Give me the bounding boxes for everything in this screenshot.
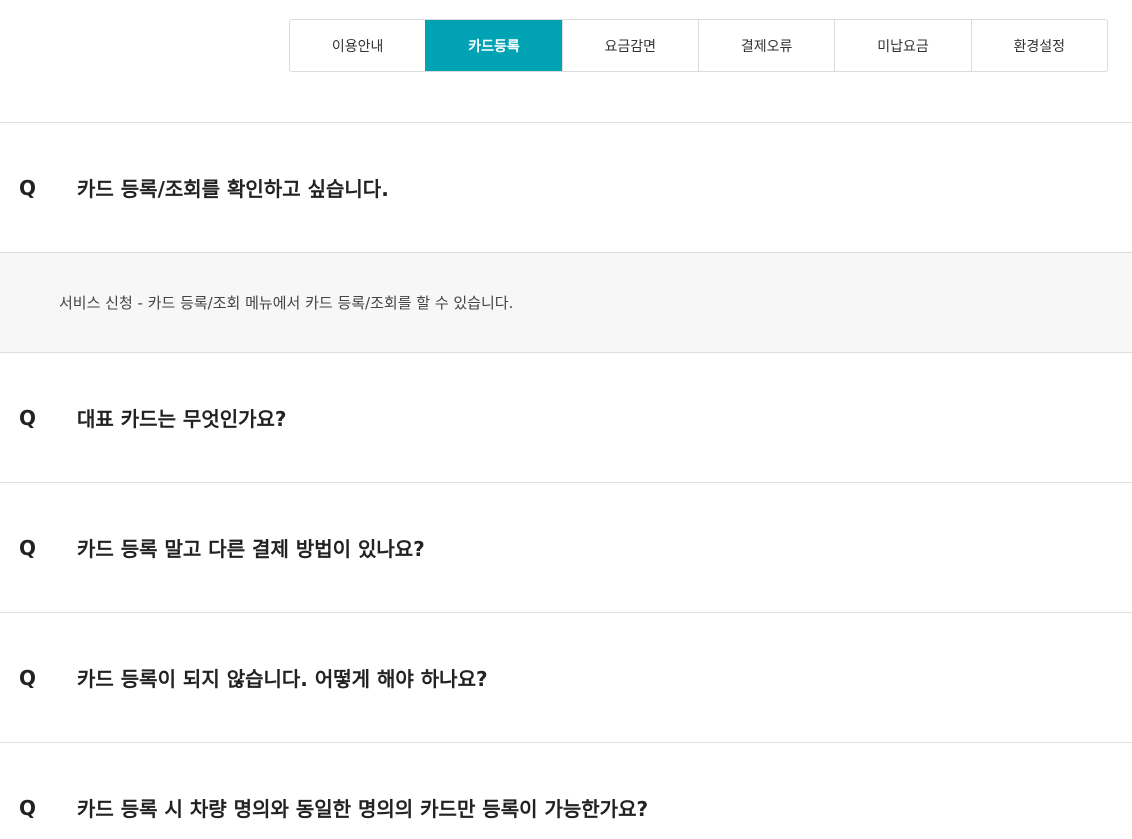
faq-item: Q 카드 등록 말고 다른 결제 방법이 있나요? xyxy=(0,483,1132,613)
faq-question: 대표 카드는 무엇인가요? xyxy=(77,407,287,431)
faq-question-row[interactable]: Q 카드 등록 시 차량 명의와 동일한 명의의 카드만 등록이 가능한가요? xyxy=(0,743,1132,839)
faq-question: 카드 등록 시 차량 명의와 동일한 명의의 카드만 등록이 가능한가요? xyxy=(77,797,649,821)
faq-question-row[interactable]: Q 카드 등록 말고 다른 결제 방법이 있나요? xyxy=(0,483,1132,612)
faq-question-row[interactable]: Q 카드 등록이 되지 않습니다. 어떻게 해야 하나요? xyxy=(0,613,1132,742)
faq-question: 카드 등록 말고 다른 결제 방법이 있나요? xyxy=(77,537,425,561)
tab-fee-reduction[interactable]: 요금감면 xyxy=(561,20,698,71)
page: 이용안내 카드등록 요금감면 결제오류 미납요금 환경설정 Q 카드 등록/조회… xyxy=(0,0,1132,839)
question-mark-label: Q xyxy=(19,665,37,690)
question-mark-label: Q xyxy=(19,535,37,560)
tab-unpaid-fees[interactable]: 미납요금 xyxy=(834,20,970,71)
faq-item: Q 대표 카드는 무엇인가요? xyxy=(0,353,1132,483)
faq-item: Q 카드 등록/조회를 확인하고 싶습니다. 서비스 신청 - 카드 등록/조회… xyxy=(0,123,1132,353)
question-mark-label: Q xyxy=(19,405,37,430)
tab-payment-error[interactable]: 결제오류 xyxy=(697,20,834,71)
question-mark-label: Q xyxy=(19,795,37,820)
faq-question: 카드 등록/조회를 확인하고 싶습니다. xyxy=(77,177,389,201)
faq-item: Q 카드 등록이 되지 않습니다. 어떻게 해야 하나요? xyxy=(0,613,1132,743)
tab-usage-guide[interactable]: 이용안내 xyxy=(290,20,425,71)
faq-question-row[interactable]: Q 카드 등록/조회를 확인하고 싶습니다. xyxy=(0,123,1132,252)
category-tab-bar: 이용안내 카드등록 요금감면 결제오류 미납요금 환경설정 xyxy=(289,19,1108,72)
tab-settings[interactable]: 환경설정 xyxy=(970,20,1107,71)
faq-question-row[interactable]: Q 대표 카드는 무엇인가요? xyxy=(0,353,1132,482)
faq-question: 카드 등록이 되지 않습니다. 어떻게 해야 하나요? xyxy=(77,667,488,691)
question-mark-label: Q xyxy=(19,175,37,200)
faq-answer: 서비스 신청 - 카드 등록/조회 메뉴에서 카드 등록/조회를 할 수 있습니… xyxy=(0,252,1132,352)
faq-list: Q 카드 등록/조회를 확인하고 싶습니다. 서비스 신청 - 카드 등록/조회… xyxy=(0,122,1132,839)
faq-item: Q 카드 등록 시 차량 명의와 동일한 명의의 카드만 등록이 가능한가요? xyxy=(0,743,1132,839)
tab-card-registration[interactable]: 카드등록 xyxy=(425,20,562,71)
